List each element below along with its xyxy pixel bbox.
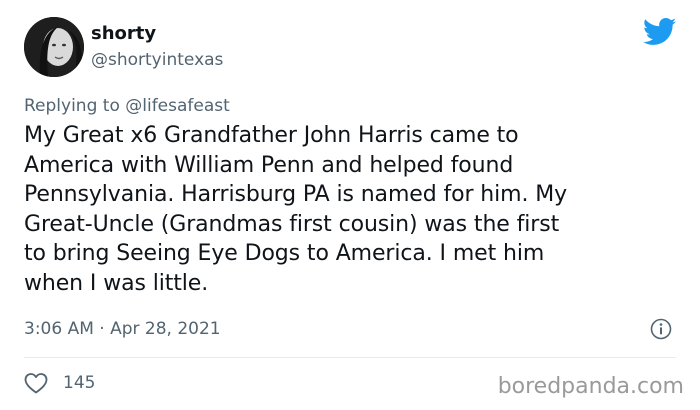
- twitter-bird-icon[interactable]: [643, 18, 677, 46]
- like-count[interactable]: 145: [63, 373, 95, 393]
- tweet-text: My Great x6 Grandfather John Harris came…: [24, 121, 684, 299]
- tweet-line: Pennsylvania. Harrisburg PA is named for…: [24, 182, 568, 208]
- reply-mention-link[interactable]: @lifesafeast: [125, 96, 230, 116]
- reply-context: Replying to @lifesafeast: [24, 96, 230, 116]
- tweet-timestamp[interactable]: 3:06 AM · Apr 28, 2021: [24, 319, 221, 339]
- tweet-line: to bring Seeing Eye Dogs to America. I m…: [24, 241, 545, 267]
- tweet-line: My Great x6 Grandfather John Harris came…: [24, 123, 519, 148]
- heart-icon[interactable]: [24, 372, 48, 394]
- avatar[interactable]: [24, 17, 84, 77]
- tweet-line: Great-Uncle (Grandmas first cousin) was …: [24, 211, 560, 237]
- author-handle[interactable]: @shortyintexas: [91, 50, 223, 70]
- profile-photo: [24, 17, 84, 77]
- tweet-line: when I was little.: [24, 270, 209, 296]
- tweet-line: America with William Penn and helped fou…: [24, 152, 514, 178]
- watermark: boredpanda.com: [497, 374, 684, 399]
- reply-prefix: Replying to: [24, 96, 120, 116]
- author-name[interactable]: shorty: [91, 23, 156, 44]
- divider: [24, 357, 676, 358]
- info-icon[interactable]: [650, 318, 672, 340]
